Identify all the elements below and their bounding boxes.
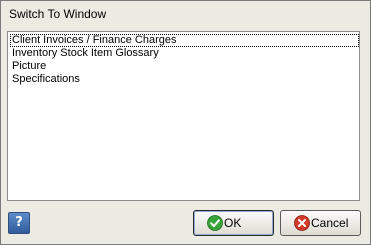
list-item[interactable]: Specifications <box>10 73 82 86</box>
ok-button[interactable]: OK <box>193 210 274 236</box>
cancel-button[interactable]: Cancel <box>280 210 361 236</box>
dialog-title: Switch To Window <box>9 7 107 21</box>
window-list[interactable]: Client Invoices / Finance Charges Invent… <box>7 31 360 201</box>
ok-button-label: OK <box>224 216 242 230</box>
x-icon <box>294 215 310 231</box>
list-item[interactable]: Inventory Stock Item Glossary <box>10 47 161 60</box>
switch-to-window-dialog: Switch To Window Client Invoices / Finan… <box>0 0 371 245</box>
list-item[interactable]: Client Invoices / Finance Charges <box>10 34 359 47</box>
help-icon: ? <box>15 215 23 230</box>
help-button[interactable]: ? <box>8 212 30 234</box>
list-item[interactable]: Picture <box>10 60 48 73</box>
cancel-button-label: Cancel <box>311 216 349 230</box>
check-icon <box>207 215 223 231</box>
